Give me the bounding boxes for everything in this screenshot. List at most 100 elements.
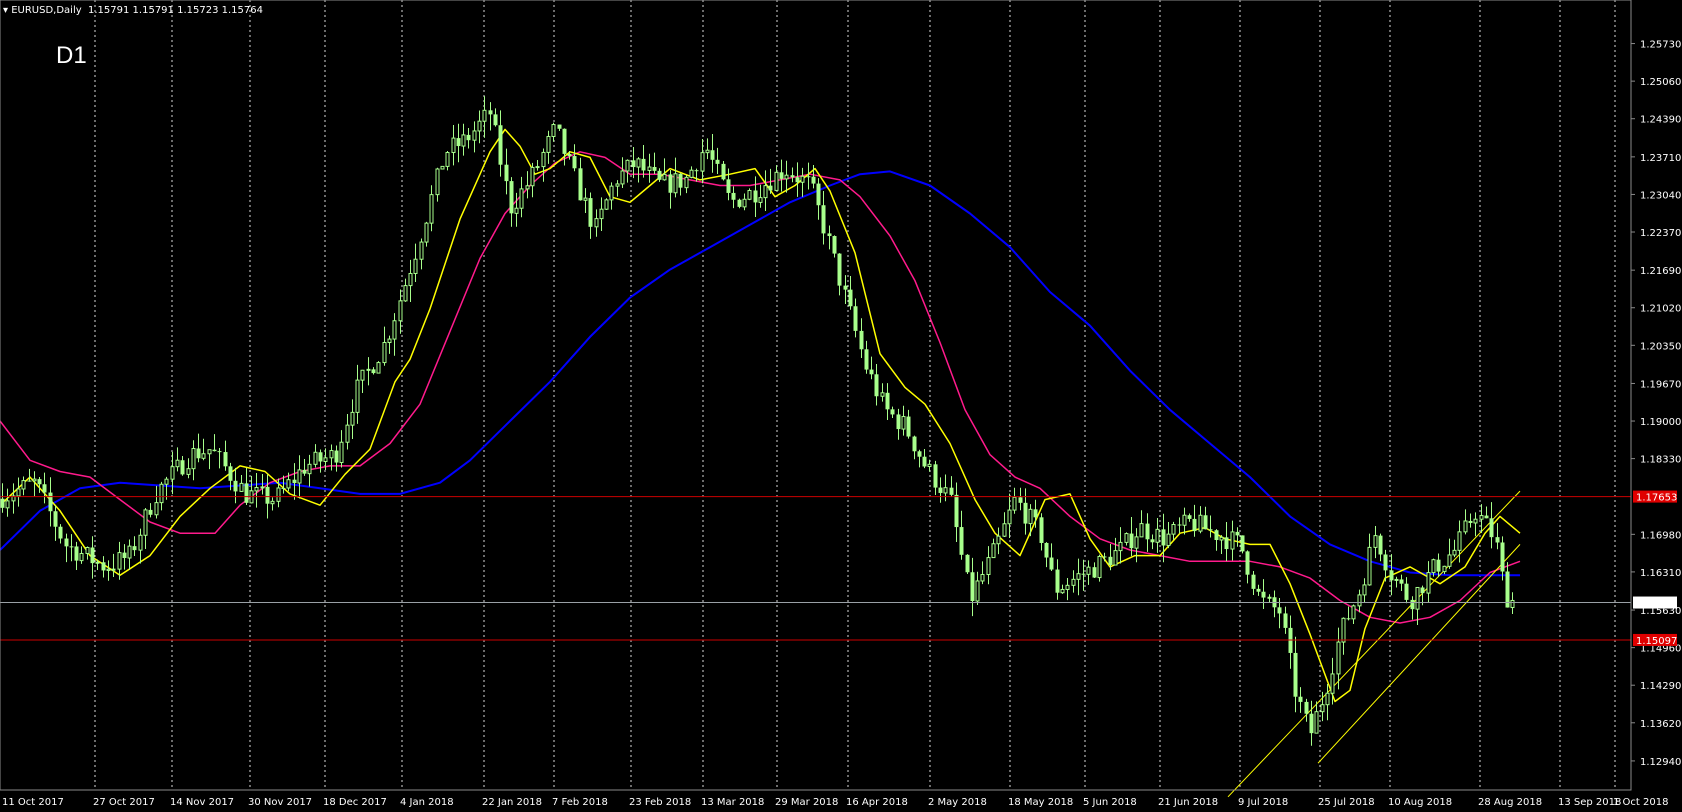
candle-body-up <box>111 568 116 571</box>
candle-body-up <box>1086 566 1091 575</box>
candle-body-down <box>710 150 715 160</box>
candle-body-down <box>790 175 795 178</box>
y-tick-label: 1.23040 <box>1640 190 1681 201</box>
candle-body-down <box>1192 518 1197 532</box>
x-tick-label: 7 Feb 2018 <box>552 797 608 808</box>
candle-body-down <box>631 160 636 168</box>
candle-body-up <box>1357 594 1362 607</box>
candle-body-down <box>795 177 800 183</box>
candle-body-down <box>1436 559 1441 572</box>
candle-body-down <box>864 349 869 370</box>
time-axis: 11 Oct 2017 27 Oct 2017 14 Nov 2017 30 Nov … <box>2 797 1668 808</box>
candle-body-down <box>69 546 74 548</box>
candle-body-up <box>525 185 530 190</box>
candle-body-up <box>599 208 604 220</box>
candle-body-down <box>753 190 758 203</box>
candle-body-up <box>1415 586 1420 610</box>
candle-body-up <box>21 480 26 490</box>
y-tick-label: 1.24390 <box>1640 115 1681 126</box>
candle-body-down <box>588 198 593 227</box>
y-tick-label: 1.13620 <box>1640 719 1681 730</box>
x-tick-label: 14 Nov 2017 <box>170 797 234 808</box>
candle-body-up <box>1071 578 1076 586</box>
candle-body-up <box>636 158 641 168</box>
candle-body-down <box>1304 701 1309 714</box>
candle-body-down <box>1468 520 1473 523</box>
candle-body-up <box>541 151 546 168</box>
candle-body-up <box>1373 535 1378 548</box>
candle-body-up <box>207 449 212 455</box>
candle-body-down <box>48 492 53 512</box>
candle-body-down <box>1235 531 1240 536</box>
candle-body-up <box>164 478 169 485</box>
x-tick-label: 16 Apr 2018 <box>846 797 908 808</box>
candle-body-up <box>398 300 403 322</box>
price-chart[interactable]: 1.25730 1.25060 1.24390 1.23710 1.23040 1.223… <box>0 0 1682 812</box>
x-tick-label: 11 Oct 2017 <box>2 797 64 808</box>
candle-body-up <box>609 185 614 201</box>
candle-body-up <box>662 173 667 181</box>
candle-body-up <box>1330 673 1335 694</box>
candle-body-up <box>1139 523 1144 538</box>
candle-body-up <box>1325 692 1330 706</box>
candle-body-down <box>874 374 879 397</box>
candle-body-up <box>451 137 456 154</box>
candle-body-up <box>774 171 779 191</box>
candle-body-down <box>938 487 943 493</box>
candle-body-down <box>212 449 217 452</box>
candle-body-down <box>827 233 832 237</box>
x-tick-label: 18 May 2018 <box>1008 797 1073 808</box>
candle-body-down <box>678 173 683 188</box>
candle-body-down <box>488 110 493 115</box>
candle-body-up <box>1155 528 1160 543</box>
candle-body-down <box>74 546 79 561</box>
symbol-menu-icon[interactable]: ▾ <box>3 5 8 16</box>
symbol-label: EURUSD,Daily <box>11 5 82 16</box>
candle-body-up <box>186 468 191 475</box>
x-tick-label: 29 Mar 2018 <box>775 797 838 808</box>
candle-body-down <box>217 451 222 453</box>
candle-body-up <box>339 441 344 464</box>
candle-body-up <box>297 469 302 484</box>
candle-body-up <box>705 149 710 154</box>
candle-body-down <box>1033 509 1038 518</box>
y-tick-label: 1.21690 <box>1640 266 1681 277</box>
candle-body-up <box>1426 572 1431 594</box>
level-low-tag-label: 1.15097 <box>1636 636 1677 647</box>
candle-body-up <box>286 479 291 489</box>
candle-body-down <box>562 128 567 154</box>
candle-body-down <box>281 487 286 489</box>
candle-body-up <box>1124 533 1129 543</box>
candle-body-up <box>1336 641 1341 675</box>
candle-body-down <box>223 452 228 467</box>
y-tick-label: 1.22370 <box>1640 228 1681 239</box>
timeframe-label: D1 <box>56 42 87 69</box>
candle-body-down <box>228 466 233 481</box>
candle-body-down <box>1102 556 1107 558</box>
candle-body-down <box>737 199 742 207</box>
level-high-tag-label: 1.17653 <box>1636 493 1677 504</box>
candle-body-up <box>376 362 381 374</box>
candle-body-down <box>806 176 811 178</box>
candle-body-up <box>583 197 588 201</box>
x-tick-label: 23 Feb 2018 <box>629 797 691 808</box>
candle-body-up <box>747 189 752 200</box>
candle-body-down <box>1039 517 1044 543</box>
y-tick-label: 1.21020 <box>1640 304 1681 315</box>
candle-body-down <box>493 114 498 126</box>
y-tick-label: 1.23710 <box>1640 153 1681 164</box>
candle-body-down <box>811 176 816 184</box>
x-tick-label: 4 Jan 2018 <box>400 797 454 808</box>
candle-body-up <box>392 320 397 340</box>
candle-body-down <box>1161 529 1166 546</box>
x-tick-label: 13 Mar 2018 <box>701 797 764 808</box>
candle-body-up <box>1065 584 1070 590</box>
candle-body-down <box>1420 587 1425 594</box>
candle-body-up <box>1097 555 1102 579</box>
candle-body-up <box>355 379 360 413</box>
candle-body-up <box>1452 549 1457 556</box>
candle-body-up <box>482 109 487 122</box>
candle-body-down <box>244 483 249 503</box>
candle-body-down <box>1298 696 1303 702</box>
candle-body-up <box>1198 514 1203 532</box>
